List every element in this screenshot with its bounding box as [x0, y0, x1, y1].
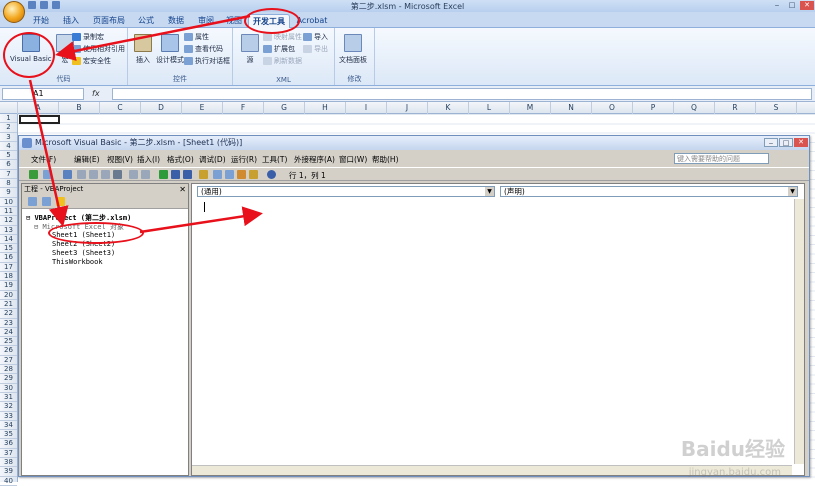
arrow-vb-to-sheet1 [28, 79, 69, 227]
watermark-main: Baidu经验 [680, 437, 785, 461]
office-button-icon[interactable] [3, 1, 25, 23]
watermark-sub: jingyan.baidu.com [688, 467, 781, 478]
arrow-sheet1-to-code [139, 206, 263, 234]
arrow-tab-to-vb [55, 14, 251, 61]
annotation-arrows [28, 14, 263, 234]
